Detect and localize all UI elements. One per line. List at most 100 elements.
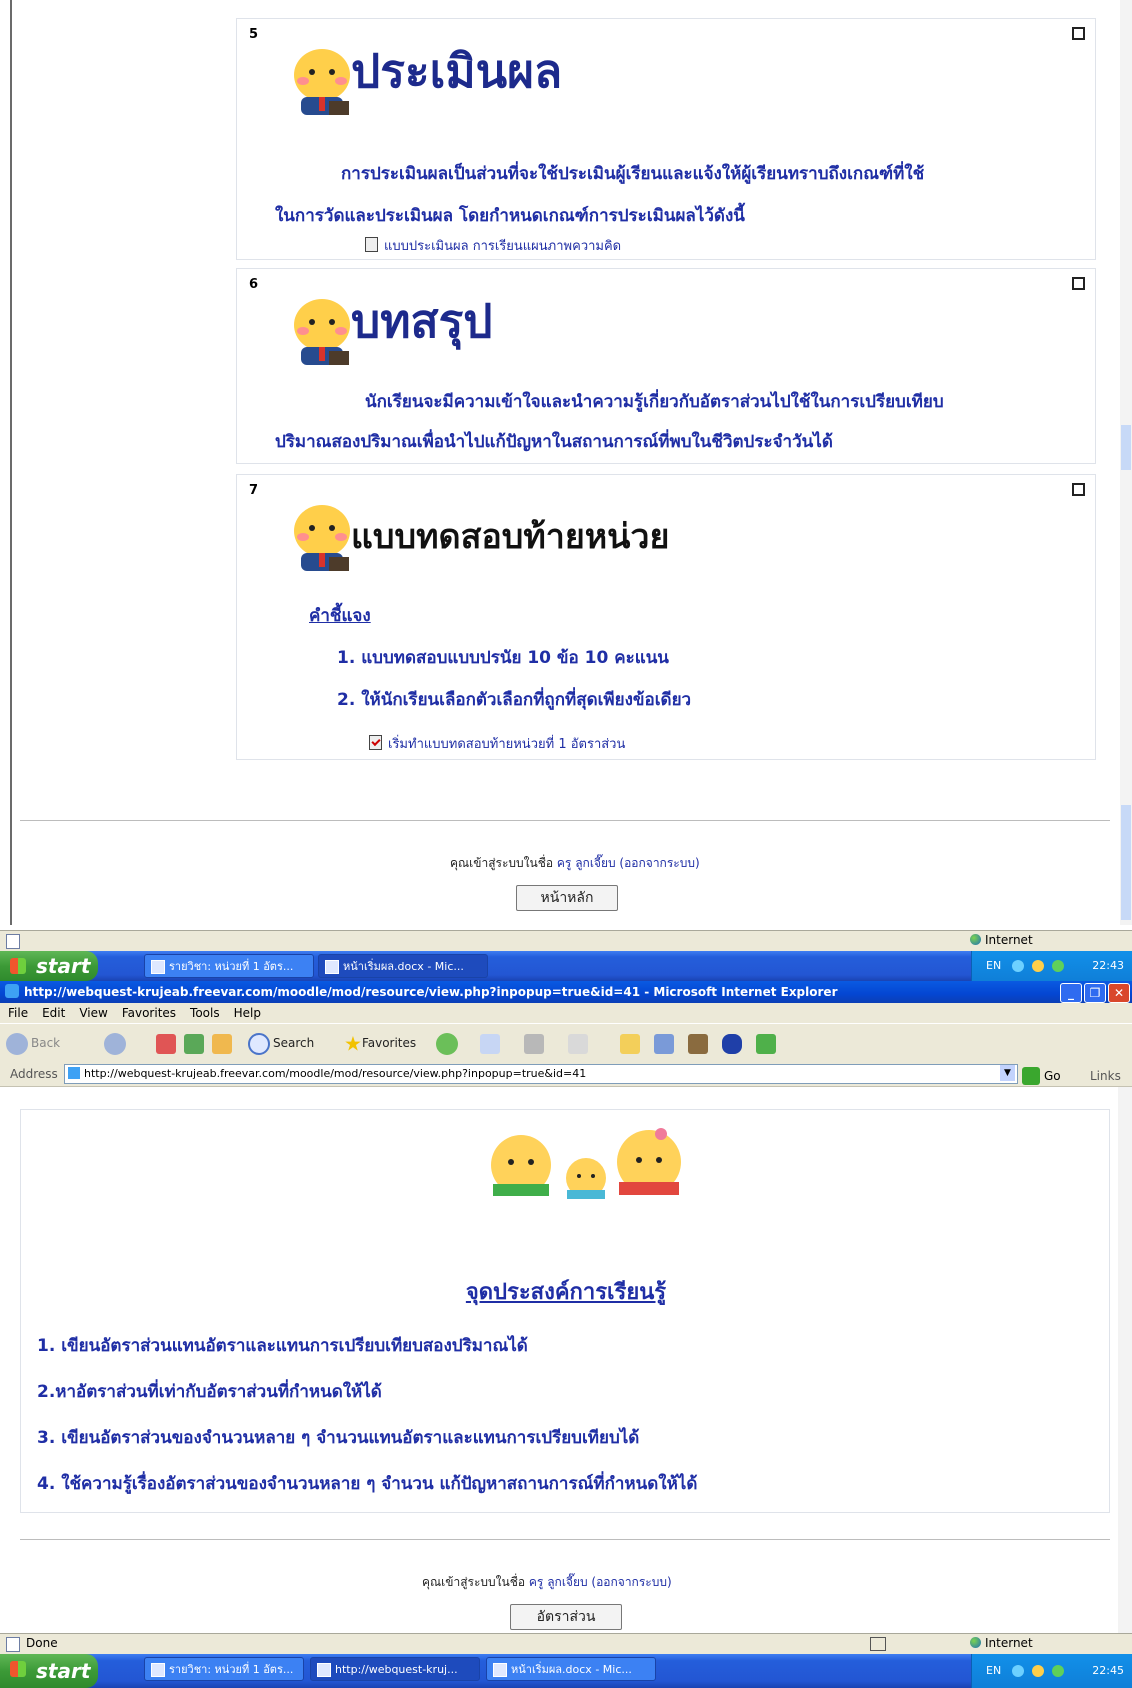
start-button[interactable]: start: [0, 1654, 98, 1688]
section-title: แบบทดสอบท้ายหน่วย: [351, 517, 670, 557]
start-button[interactable]: start: [0, 951, 98, 981]
address-label: Address: [10, 1067, 58, 1081]
menu-favorites[interactable]: Favorites: [122, 1006, 176, 1020]
section-text-line2: ในการวัดและประเมินผล โดยกำหนดเกณฑ์การประ…: [275, 206, 745, 226]
scroll-thumb[interactable]: [1121, 425, 1131, 470]
network-icon[interactable]: [1012, 960, 1024, 972]
objective-item-3: 3. เขียนอัตราส่วนของจำนวนหลาย ๆ จำนวนแทน…: [37, 1428, 640, 1448]
status-text: Done: [26, 1636, 58, 1650]
restore-button[interactable]: ❐: [1084, 983, 1106, 1003]
language-indicator[interactable]: EN: [986, 1654, 1001, 1688]
tray-app-icon[interactable]: [1032, 960, 1044, 972]
language-indicator[interactable]: EN: [986, 951, 1001, 981]
section-toggle-checkbox[interactable]: [1072, 483, 1085, 496]
system-tray: EN 22:43: [971, 951, 1132, 981]
taskbar-item[interactable]: หน้าเริ่มผล.docx - Mic...: [318, 954, 488, 978]
globe-icon: [970, 934, 981, 945]
section-toggle-checkbox[interactable]: [1072, 27, 1085, 40]
stop-icon: [156, 1033, 176, 1054]
minimize-button[interactable]: _: [1060, 983, 1082, 1003]
search-label: Search: [273, 1036, 315, 1050]
network-icon[interactable]: [1012, 1665, 1024, 1677]
section-toggle-checkbox[interactable]: [1072, 277, 1085, 290]
links-toolbar[interactable]: Links: [1090, 1064, 1121, 1088]
user-name-link[interactable]: ครู ลูกเจี๊ยบ: [529, 1575, 588, 1589]
section-banner: ประเมินผล: [281, 25, 631, 123]
bottom-status-bar: Done Internet: [0, 1633, 1132, 1654]
menu-tools[interactable]: Tools: [190, 1006, 220, 1020]
taskbar-top: start รายวิชา: หน่วยที่ 1 อัตร... หน้าเร…: [0, 951, 1132, 981]
address-input[interactable]: http://webquest-krujeab.freevar.com/mood…: [64, 1064, 1018, 1084]
taskbar-item-label: รายวิชา: หน่วยที่ 1 อัตร...: [169, 960, 294, 973]
refresh-button[interactable]: [184, 1031, 204, 1055]
folder-icon: [620, 1033, 640, 1054]
history-button[interactable]: [436, 1031, 461, 1055]
footer-divider: [20, 820, 1110, 821]
section-title: บทสรุป: [351, 294, 493, 348]
logout-link[interactable]: (ออกจากระบบ): [591, 1575, 671, 1589]
contacts-button[interactable]: [756, 1031, 776, 1055]
messenger-icon: [654, 1033, 674, 1054]
vertical-scrollbar[interactable]: [1118, 1087, 1132, 1633]
document-icon: [365, 237, 378, 252]
home-button[interactable]: หน้าหลัก: [516, 885, 618, 911]
top-status-bar: Internet: [0, 930, 1132, 951]
section-number: 5: [249, 27, 259, 42]
menu-bar: File Edit View Favorites Tools Help: [0, 1003, 1132, 1023]
browser-title-bar: http://webquest-krujeab.freevar.com/mood…: [0, 981, 1132, 1003]
quiz-link-label[interactable]: เริ่มทำแบบทดสอบท้ายหน่วยที่ 1 อัตราส่วน: [388, 737, 625, 752]
stop-button[interactable]: [156, 1031, 176, 1055]
clock: 22:43: [1092, 959, 1124, 972]
mail-icon: [480, 1033, 500, 1054]
address-value: http://webquest-krujeab.freevar.com/mood…: [84, 1067, 587, 1080]
ie-icon: [151, 1663, 165, 1677]
tray-app-icon[interactable]: [1032, 1665, 1044, 1677]
home-toolbar-button[interactable]: [212, 1031, 232, 1055]
contacts-icon: [756, 1033, 776, 1054]
close-button[interactable]: ✕: [1108, 983, 1130, 1003]
menu-view[interactable]: View: [79, 1006, 107, 1020]
logout-link[interactable]: (ออกจากระบบ): [619, 856, 699, 870]
taskbar-item[interactable]: รายวิชา: หน่วยที่ 1 อัตร...: [144, 954, 314, 978]
address-bar: Address http://webquest-krujeab.freevar.…: [0, 1062, 1132, 1087]
resource-link-label[interactable]: แบบประเมินผล การเรียนแผนภาพความคิด: [384, 239, 621, 254]
course-button[interactable]: อัตราส่วน: [510, 1604, 622, 1630]
section-banner: แบบทดสอบท้ายหน่วย: [281, 481, 669, 579]
research-button[interactable]: [688, 1031, 708, 1055]
start-label: start: [36, 954, 91, 978]
taskbar-item[interactable]: หน้าเริ่มผล.docx - Mic...: [486, 1657, 656, 1681]
taskbar-item[interactable]: รายวิชา: หน่วยที่ 1 อัตร...: [144, 1657, 304, 1681]
system-tray: EN 22:45: [971, 1654, 1132, 1688]
taskbar-item[interactable]: http://webquest-kruj...: [310, 1657, 480, 1681]
print-button[interactable]: [524, 1031, 544, 1055]
go-button[interactable]: Go: [1022, 1064, 1061, 1088]
folder-button[interactable]: [620, 1031, 640, 1055]
menu-help[interactable]: Help: [234, 1006, 261, 1020]
search-button[interactable]: Search: [248, 1031, 314, 1055]
chicks-illustration: [491, 1128, 681, 1199]
scroll-thumb-lower[interactable]: [1121, 805, 1131, 920]
resource-link[interactable]: แบบประเมินผล การเรียนแผนภาพความคิด: [365, 235, 621, 256]
chick-mascot-icon: [294, 299, 350, 365]
print-icon: [524, 1033, 544, 1054]
favorites-label: Favorites: [361, 1036, 417, 1050]
quiz-link[interactable]: เริ่มทำแบบทดสอบท้ายหน่วยที่ 1 อัตราส่วน: [369, 733, 625, 754]
menu-edit[interactable]: Edit: [42, 1006, 65, 1020]
tray-status-icon[interactable]: [1052, 1665, 1064, 1677]
vertical-scrollbar[interactable]: [1120, 0, 1132, 925]
course-section-7: 7 แบบทดสอบท้ายหน่วย คำชี้แจง 1. แบบทดสอบ…: [236, 474, 1096, 760]
address-dropdown[interactable]: ▼: [1000, 1065, 1015, 1081]
back-button[interactable]: Back: [6, 1031, 60, 1055]
word-icon: [493, 1663, 507, 1677]
forward-button[interactable]: [104, 1031, 129, 1055]
menu-file[interactable]: File: [8, 1006, 28, 1020]
course-section-6: 6 บทสรุป นักเรียนจะมีความเข้าใจและนำความ…: [236, 268, 1096, 464]
favorites-button[interactable]: ★Favorites: [344, 1031, 417, 1056]
bluetooth-button[interactable]: [722, 1031, 742, 1055]
edit-button[interactable]: [568, 1031, 588, 1055]
tray-status-icon[interactable]: [1052, 960, 1064, 972]
mail-button[interactable]: [480, 1031, 500, 1055]
user-name-link[interactable]: ครู ลูกเจี๊ยบ: [557, 856, 616, 870]
history-icon: [436, 1032, 458, 1055]
messenger-button[interactable]: [654, 1031, 674, 1055]
